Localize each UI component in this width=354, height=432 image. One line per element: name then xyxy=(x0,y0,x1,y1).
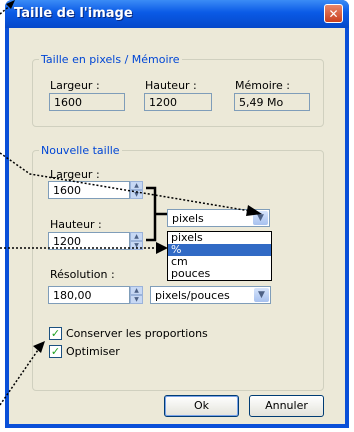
arrowhead-icon xyxy=(156,242,168,254)
annotation-arrows xyxy=(0,0,262,406)
arrowhead-icon xyxy=(33,341,45,353)
arrowhead-icon xyxy=(246,205,262,216)
